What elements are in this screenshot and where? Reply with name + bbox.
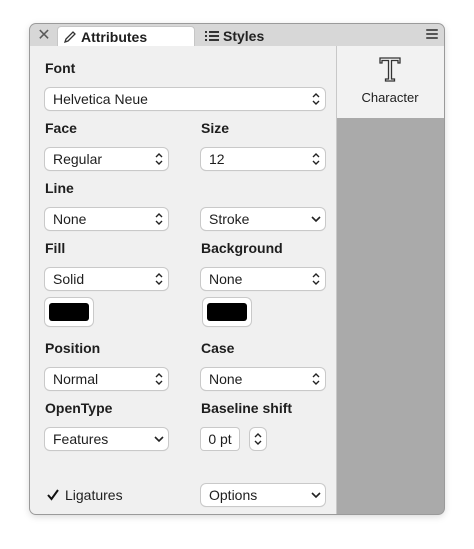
background-label: Background xyxy=(201,240,283,256)
line-popup[interactable]: None xyxy=(45,208,168,230)
stepper-arrows-icon xyxy=(254,433,262,445)
baseline-shift-stepper[interactable] xyxy=(250,428,266,450)
face-value: Regular xyxy=(53,151,103,167)
stroke-popup[interactable]: Stroke xyxy=(201,208,325,230)
tab-attributes[interactable]: Attributes xyxy=(57,26,195,46)
case-label: Case xyxy=(201,340,235,356)
pencil-icon xyxy=(62,29,78,45)
opentype-label: OpenType xyxy=(45,400,113,416)
fill-color-swatch xyxy=(49,303,89,321)
checkmark-icon xyxy=(45,487,61,503)
face-popup[interactable]: Regular xyxy=(45,148,168,170)
chevron-updown-icon xyxy=(307,88,325,110)
menu-icon[interactable] xyxy=(426,27,438,41)
chevron-down-icon xyxy=(150,428,168,450)
font-label: Font xyxy=(45,60,76,76)
character-sidebar-item[interactable]: Character xyxy=(336,46,444,118)
opentype-popup[interactable]: Features xyxy=(45,428,168,450)
case-value: None xyxy=(209,371,243,387)
chevron-updown-icon xyxy=(150,148,168,170)
chevron-updown-icon xyxy=(150,368,168,390)
chevron-updown-icon xyxy=(307,368,325,390)
stroke-value: Stroke xyxy=(209,211,250,227)
size-popup[interactable]: 12 xyxy=(201,148,325,170)
chevron-updown-icon xyxy=(150,208,168,230)
position-label: Position xyxy=(45,340,101,356)
fill-color-well[interactable] xyxy=(45,298,93,326)
chevron-updown-icon xyxy=(307,268,325,290)
ligatures-checkbox[interactable]: Ligatures xyxy=(45,487,123,503)
inspector-window: ✕ Attributes Styles Character Font Helve… xyxy=(30,24,444,514)
chevron-down-icon xyxy=(307,484,325,506)
chevron-down-icon xyxy=(307,208,325,230)
size-value: 12 xyxy=(209,151,225,167)
position-popup[interactable]: Normal xyxy=(45,368,168,390)
baseline-shift-field[interactable]: 0 pt xyxy=(201,428,239,450)
character-label: Character xyxy=(361,90,419,105)
ligatures-label: Ligatures xyxy=(65,487,123,503)
chevron-updown-icon xyxy=(307,148,325,170)
size-label: Size xyxy=(201,120,230,136)
line-value: None xyxy=(53,211,87,227)
close-icon[interactable]: ✕ xyxy=(34,26,54,44)
tab-styles[interactable]: Styles xyxy=(198,26,342,46)
background-popup[interactable]: None xyxy=(201,268,325,290)
text-t-icon xyxy=(379,57,401,82)
attributes-panel: Font Helvetica Neue Face Size Regular 12… xyxy=(30,46,337,514)
font-popup[interactable]: Helvetica Neue xyxy=(45,88,325,110)
face-label: Face xyxy=(45,120,77,136)
fill-label: Fill xyxy=(45,240,66,256)
background-color-swatch xyxy=(207,303,247,321)
background-color-well[interactable] xyxy=(203,298,251,326)
tab-bar: ✕ Attributes Styles xyxy=(30,24,444,47)
chevron-updown-icon xyxy=(150,268,168,290)
position-value: Normal xyxy=(53,371,99,387)
opentype-value: Features xyxy=(53,431,109,447)
baseline-shift-label: Baseline shift xyxy=(201,400,293,416)
fill-popup[interactable]: Solid xyxy=(45,268,168,290)
font-value: Helvetica Neue xyxy=(53,91,148,107)
line-label: Line xyxy=(45,180,74,196)
options-popup[interactable]: Options xyxy=(201,484,325,506)
tab-attributes-label: Attributes xyxy=(81,28,148,45)
fill-value: Solid xyxy=(53,271,85,287)
tab-styles-label: Styles xyxy=(223,28,265,44)
list-icon xyxy=(204,28,220,44)
case-popup[interactable]: None xyxy=(201,368,325,390)
background-value: None xyxy=(209,271,243,287)
options-value: Options xyxy=(209,487,258,503)
